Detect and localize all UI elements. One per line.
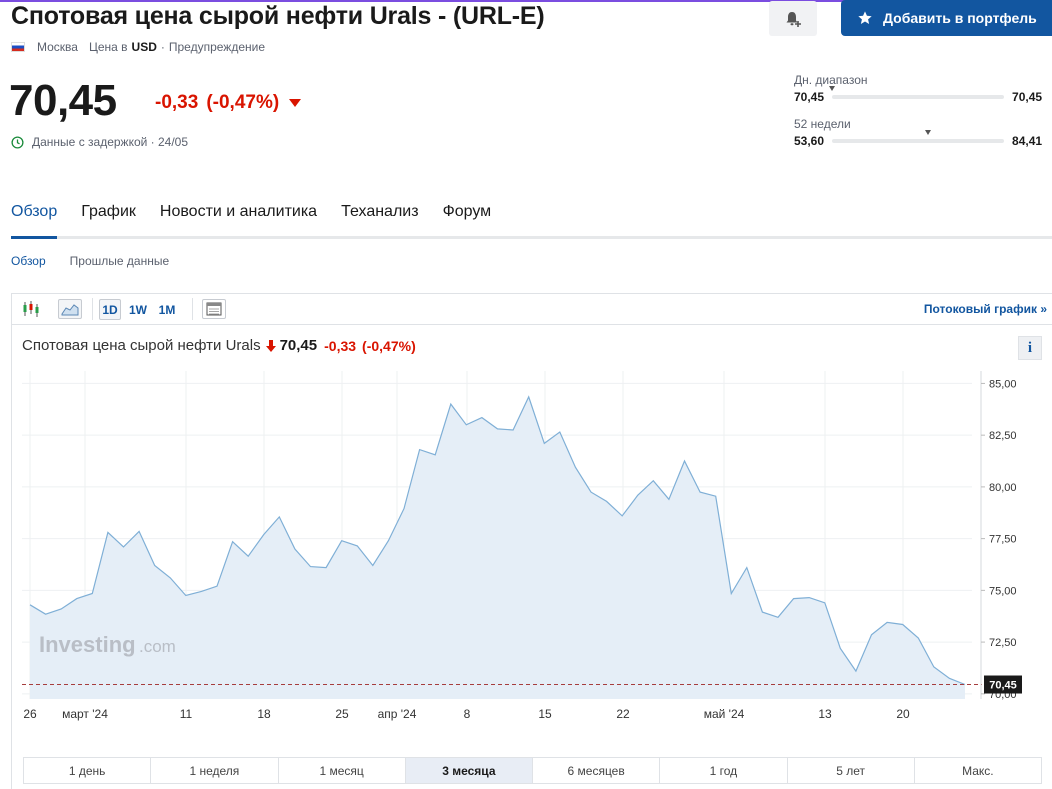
tab-technical[interactable]: Теханализ [341,199,418,236]
x-tick-label: 22 [616,707,630,721]
x-tick-label: 18 [257,707,271,721]
x-tick-label: май '24 [704,707,745,721]
subtab-historical-data[interactable]: Прошлые данные [70,254,169,268]
investing-watermark: Investing [39,632,136,657]
price-change: -0,33 (-0,47%) [155,92,302,114]
y-tick-label: 77,50 [989,534,1017,546]
warning-link[interactable]: Предупреждение [169,40,265,54]
range-button-1y[interactable]: 1 год [660,758,788,783]
investing-watermark-suffix: .com [139,637,176,656]
add-to-portfolio-button[interactable]: Добавить в портфель [841,0,1052,36]
day-range-marker [828,86,835,91]
exchange-location: Москва [37,40,78,54]
down-arrow-icon [289,99,302,107]
main-tabs: Обзор График Новости и аналитика Теханал… [11,199,1052,239]
day-range-bar [828,86,1005,99]
y-tick-label: 85,00 [989,378,1017,390]
x-tick-label: апр '24 [378,707,417,721]
week52-range-label: 52 недели [794,117,851,131]
week52-range-marker [924,130,931,135]
x-tick-label: март '24 [62,707,108,721]
tab-news-analysis[interactable]: Новости и аналитика [160,199,317,236]
y-tick-label: 75,00 [989,585,1017,597]
x-tick-label: 20 [896,707,910,721]
y-tick-label: 80,00 [989,482,1017,494]
x-tick-label: 26 [23,707,37,721]
subtab-overview[interactable]: Обзор [11,254,46,268]
star-icon [858,11,872,24]
tab-forum[interactable]: Форум [443,199,492,236]
meta-separator: · [160,40,165,54]
change-percent: (-0,47%) [206,92,280,113]
range-button-6m[interactable]: 6 месяцев [533,758,661,783]
time-range-selector: 1 день 1 неделя 1 месяц 3 месяца 6 месяц… [23,757,1042,784]
clock-icon [11,135,24,149]
instrument-meta: Москва Цена в USD · Предупреждение [11,40,265,54]
chart-widget: 1D 1W 1M Потоковый график » Спотовая цен… [11,293,1052,789]
sub-tabs: Обзор Прошлые данные [11,254,193,268]
x-tick-label: 15 [538,707,552,721]
day-range-label: Дн. диапазон [794,73,868,87]
change-value: -0,33 [155,92,199,113]
day-range-low: 70,45 [794,90,825,104]
week52-range-high: 84,41 [1012,134,1043,148]
delay-text: Данные с задержкой · 24/05 [32,135,189,149]
week52-range-low: 53,60 [794,134,825,148]
currency-prefix: Цена в [88,40,128,54]
last-price: 70,45 [9,76,117,125]
add-to-portfolio-label: Добавить в портфель [883,10,1037,26]
price-alert-button[interactable] [769,1,817,36]
page-title: Спотовая цена сырой нефти Urals - (URL-E… [11,2,545,30]
day-range-high: 70,45 [1012,90,1043,104]
day-range: Дн. диапазон 70,45 70,45 [794,73,1052,104]
tab-chart[interactable]: График [81,199,136,236]
range-button-1d[interactable]: 1 день [24,758,152,783]
last-price-badge-label: 70,45 [989,680,1017,692]
currency-code: USD [131,40,157,54]
range-button-3m[interactable]: 3 месяца [405,758,533,783]
bell-plus-icon [786,11,801,27]
y-tick-label: 72,50 [989,637,1017,649]
x-tick-label: 25 [335,707,349,721]
russia-flag-icon [11,42,25,52]
delay-notice: Данные с задержкой · 24/05 [11,135,188,149]
week52-range-bar [832,130,1005,143]
x-tick-label: 8 [464,707,471,721]
range-button-5y[interactable]: 5 лет [787,758,915,783]
range-button-max[interactable]: Макс. [914,758,1041,783]
price-chart[interactable]: Investing .com 85,00 82,50 80,00 77,50 75,00 72… [12,294,1052,754]
range-button-1m[interactable]: 1 месяц [278,758,406,783]
range-button-1w[interactable]: 1 неделя [151,758,279,783]
x-tick-label: 13 [818,707,832,721]
tab-overview[interactable]: Обзор [11,199,58,239]
week52-range: 52 недели 53,60 84,41 [794,117,1052,148]
x-tick-label: 11 [180,707,193,721]
y-tick-label: 82,50 [989,430,1017,442]
